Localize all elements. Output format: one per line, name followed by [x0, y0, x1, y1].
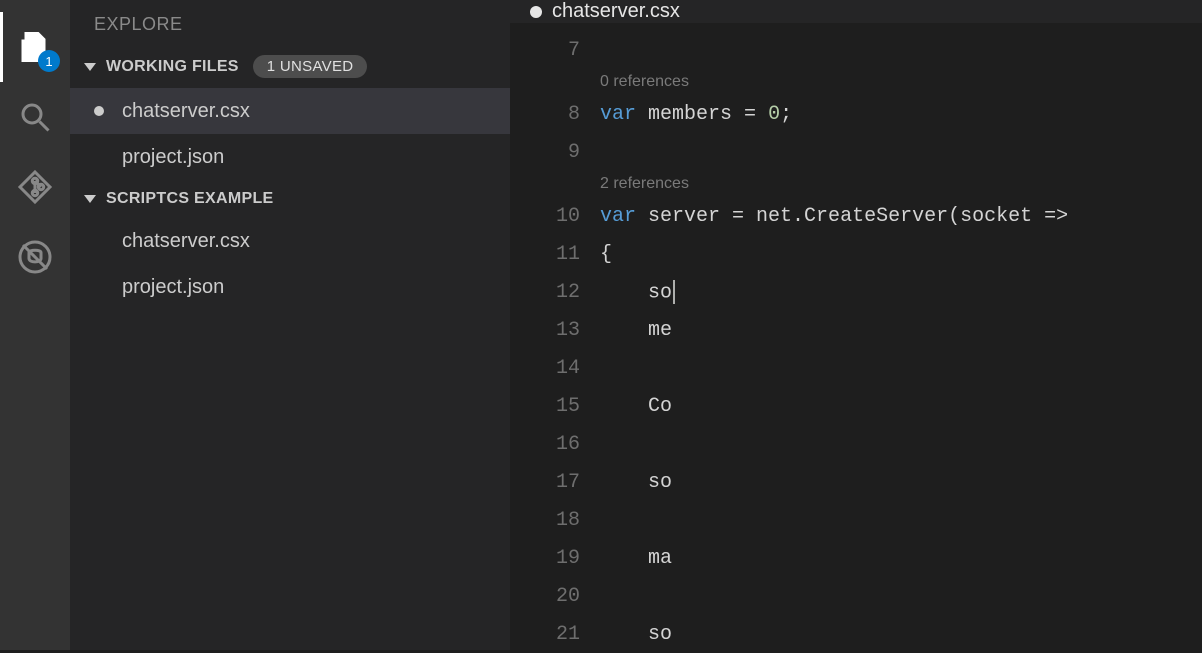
code-line[interactable]: 9 — [510, 133, 1202, 171]
file-label: project.json — [122, 276, 224, 299]
code-line[interactable]: 18 — [510, 501, 1202, 539]
code-line[interactable]: 21 so — [510, 615, 1202, 653]
line-number: 19 — [510, 547, 600, 570]
project-file-item[interactable]: chatserver.csx — [70, 218, 510, 264]
sidebar: EXPLORE WORKING FILES 1 UNSAVED chatserv… — [70, 0, 510, 650]
working-files-header[interactable]: WORKING FILES 1 UNSAVED — [70, 45, 510, 88]
dirty-indicator-icon — [94, 106, 104, 116]
activity-search[interactable] — [0, 82, 70, 152]
code-line[interactable]: 8var members = 0; — [510, 95, 1202, 133]
code-line[interactable]: 2 references — [510, 171, 1202, 197]
code-line[interactable]: 16 — [510, 425, 1202, 463]
code-text: Co — [600, 395, 672, 418]
activity-badge: 1 — [38, 50, 60, 72]
line-number: 13 — [510, 319, 600, 342]
line-number: 18 — [510, 509, 600, 532]
project-file-item[interactable]: project.json — [70, 264, 510, 310]
code-line[interactable]: 15 Co — [510, 387, 1202, 425]
file-label: chatserver.csx — [122, 230, 250, 253]
working-file-item[interactable]: chatserver.csx — [70, 88, 510, 134]
code-text: { — [600, 243, 612, 266]
project-header[interactable]: SCRIPTCS EXAMPLE — [70, 180, 510, 218]
code-line[interactable]: 17 so — [510, 463, 1202, 501]
code-line[interactable]: 0 references — [510, 69, 1202, 95]
chevron-down-icon — [84, 195, 96, 203]
line-number: 10 — [510, 205, 600, 228]
line-number: 12 — [510, 281, 600, 304]
code-text: so — [600, 623, 672, 646]
code-line[interactable]: 20 — [510, 577, 1202, 615]
line-number: 14 — [510, 357, 600, 380]
text-cursor — [673, 280, 675, 304]
code-line[interactable]: 19 ma — [510, 539, 1202, 577]
code-line[interactable]: 12 so — [510, 273, 1202, 311]
project-files-list: chatserver.csx project.json — [70, 218, 510, 310]
working-files-label: WORKING FILES — [106, 58, 239, 76]
file-label: project.json — [122, 146, 224, 169]
chevron-down-icon — [84, 63, 96, 71]
code-text: me — [600, 319, 672, 342]
line-number: 9 — [510, 141, 600, 164]
code-line[interactable]: 10var server = net.CreateServer(socket =… — [510, 197, 1202, 235]
code-text: so — [600, 471, 672, 494]
editor: chatserver.csx 70 references8var members… — [510, 0, 1202, 650]
line-number: 17 — [510, 471, 600, 494]
code-text: 2 references — [600, 175, 689, 193]
code-line[interactable]: 13 me — [510, 311, 1202, 349]
code-line[interactable]: 11{ — [510, 235, 1202, 273]
editor-tab[interactable]: chatserver.csx — [530, 0, 680, 23]
project-label: SCRIPTCS EXAMPLE — [106, 190, 274, 208]
code-text: var server = net.CreateServer(socket => — [600, 205, 1068, 228]
sidebar-title: EXPLORE — [70, 0, 510, 45]
unsaved-badge: 1 UNSAVED — [253, 55, 368, 78]
working-file-item[interactable]: project.json — [70, 134, 510, 180]
line-number: 11 — [510, 243, 600, 266]
activity-git[interactable] — [0, 152, 70, 222]
dirty-indicator-icon — [530, 6, 542, 18]
code-text: var members = 0; — [600, 103, 792, 126]
line-number: 20 — [510, 585, 600, 608]
tab-label: chatserver.csx — [552, 0, 680, 23]
file-label: chatserver.csx — [122, 100, 250, 123]
code-text: 0 references — [600, 73, 689, 91]
activity-explorer[interactable]: 1 — [0, 12, 70, 82]
tab-bar: chatserver.csx — [510, 0, 1202, 23]
activity-bar: 1 — [0, 0, 70, 650]
code-line[interactable]: 14 — [510, 349, 1202, 387]
line-number: 8 — [510, 103, 600, 126]
line-number: 21 — [510, 623, 600, 646]
line-number: 7 — [510, 39, 600, 62]
activity-debug[interactable] — [0, 222, 70, 292]
code-text: so — [600, 280, 675, 304]
line-number: 16 — [510, 433, 600, 456]
code-area[interactable]: 70 references8var members = 0;92 referen… — [510, 23, 1202, 653]
line-number: 15 — [510, 395, 600, 418]
working-files-list: chatserver.csx project.json — [70, 88, 510, 180]
code-text: ma — [600, 547, 672, 570]
code-line[interactable]: 7 — [510, 31, 1202, 69]
